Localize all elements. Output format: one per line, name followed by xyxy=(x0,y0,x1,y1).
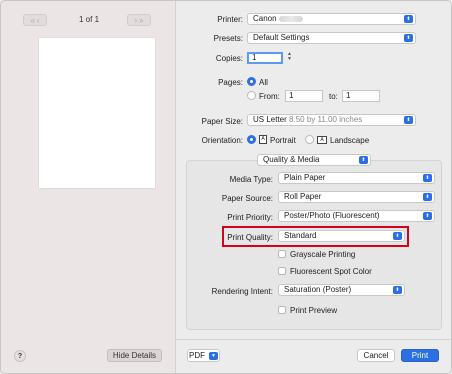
last-page-icon[interactable]: » xyxy=(139,16,143,25)
print-quality-value: Standard xyxy=(284,231,317,240)
copies-field[interactable]: 1 xyxy=(247,52,283,64)
rendering-intent-value: Saturation (Poster) xyxy=(284,285,352,294)
stepper-down-icon[interactable]: ▼ xyxy=(286,57,293,62)
popup-arrows-icon: ⬍ xyxy=(423,174,432,182)
portrait-label: Portrait xyxy=(270,136,296,145)
popup-arrows-icon: ⬍ xyxy=(393,232,402,240)
pdf-menu-button[interactable]: PDF ▼ xyxy=(187,349,220,362)
popup-arrows-icon: ⬍ xyxy=(404,15,413,23)
presets-label: Presets: xyxy=(213,34,243,43)
fluorescent-label: Fluorescent Spot Color xyxy=(290,267,372,276)
print-preview-checkbox[interactable] xyxy=(278,306,286,314)
footer-divider xyxy=(176,339,451,340)
media-type-label: Media Type: xyxy=(229,175,273,184)
grayscale-checkbox[interactable] xyxy=(278,250,286,258)
paper-size-value: US Letter xyxy=(253,115,287,124)
paper-source-value: Roll Paper xyxy=(284,192,322,201)
paper-source-select[interactable]: Roll Paper ⬍ xyxy=(278,191,435,203)
grayscale-label: Grayscale Printing xyxy=(290,250,356,259)
print-quality-select[interactable]: Standard ⬍ xyxy=(278,230,405,242)
cancel-button[interactable]: Cancel xyxy=(357,349,395,362)
rendering-intent-label: Rendering Intent: xyxy=(211,287,273,296)
chevron-down-icon: ▼ xyxy=(209,351,218,360)
prev-page-icon[interactable]: ‹ xyxy=(37,16,40,25)
pages-from-label: From: xyxy=(259,92,280,101)
printer-select[interactable]: Canon ⬍ xyxy=(247,13,416,25)
presets-value: Default Settings xyxy=(253,33,310,42)
paper-size-select[interactable]: US Letter 8.50 by 11.00 inches ⬍ xyxy=(247,114,416,126)
paper-source-label: Paper Source: xyxy=(221,194,273,203)
print-button[interactable]: Print xyxy=(401,349,439,362)
print-priority-label: Print Priority: xyxy=(227,213,273,222)
pages-to-label: to: xyxy=(329,92,338,101)
popup-arrows-icon: ⬍ xyxy=(423,212,432,220)
print-quality-label: Print Quality: xyxy=(227,233,273,242)
popup-arrows-icon: ⬍ xyxy=(359,156,368,164)
page-preview xyxy=(39,38,155,188)
preview-pane: « ‹ 1 of 1 › » ? Hide Details xyxy=(1,1,176,373)
paper-size-dims: 8.50 by 11.00 inches xyxy=(289,115,363,124)
pages-all-radio[interactable] xyxy=(247,77,256,86)
media-type-value: Plain Paper xyxy=(284,173,326,182)
next-page-icon[interactable]: › xyxy=(134,16,137,25)
copies-label: Copies: xyxy=(215,54,243,63)
rendering-intent-select[interactable]: Saturation (Poster) ⬍ xyxy=(278,284,405,296)
copies-stepper[interactable]: ▲ ▼ xyxy=(286,52,293,64)
print-dialog: « ‹ 1 of 1 › » ? Hide Details Printer: C… xyxy=(0,0,452,374)
landscape-icon: A xyxy=(317,136,327,144)
popup-arrows-icon: ⬍ xyxy=(423,193,432,201)
print-preview-label: Print Preview xyxy=(290,306,338,315)
popup-arrows-icon: ⬍ xyxy=(404,34,413,42)
orientation-label: Orientation: xyxy=(201,136,243,145)
printer-label: Printer: xyxy=(217,15,243,24)
landscape-label: Landscape xyxy=(330,136,370,145)
print-priority-select[interactable]: Poster/Photo (Fluorescent) ⬍ xyxy=(278,210,435,222)
first-page-icon[interactable]: « xyxy=(30,16,34,25)
presets-select[interactable]: Default Settings ⬍ xyxy=(247,32,416,44)
portrait-icon: A xyxy=(259,135,267,144)
help-button[interactable]: ? xyxy=(14,350,26,362)
popup-arrows-icon: ⬍ xyxy=(393,286,402,294)
redacted-model xyxy=(278,15,303,22)
print-priority-value: Poster/Photo (Fluorescent) xyxy=(284,211,380,220)
pages-range-radio[interactable] xyxy=(247,91,256,100)
page-count: 1 of 1 xyxy=(79,15,100,24)
pages-label: Pages: xyxy=(218,78,243,87)
printer-value: Canon xyxy=(253,14,277,23)
hide-details-button[interactable]: Hide Details xyxy=(107,349,162,362)
preview-nav-forward-group[interactable]: › » xyxy=(127,14,151,26)
pages-to-field[interactable]: 1 xyxy=(342,90,380,102)
fluorescent-checkbox[interactable] xyxy=(278,267,286,275)
section-select[interactable]: Quality & Media ⬍ xyxy=(257,154,371,166)
section-value: Quality & Media xyxy=(263,155,320,164)
preview-nav-back-group[interactable]: « ‹ xyxy=(23,14,47,26)
pdf-label: PDF xyxy=(189,351,205,360)
pages-all-label: All xyxy=(259,78,268,87)
pages-from-field[interactable]: 1 xyxy=(285,90,323,102)
popup-arrows-icon: ⬍ xyxy=(404,116,413,124)
landscape-radio[interactable] xyxy=(305,135,314,144)
paper-size-label: Paper Size: xyxy=(201,117,243,126)
portrait-radio[interactable] xyxy=(247,135,256,144)
media-type-select[interactable]: Plain Paper ⬍ xyxy=(278,172,435,184)
